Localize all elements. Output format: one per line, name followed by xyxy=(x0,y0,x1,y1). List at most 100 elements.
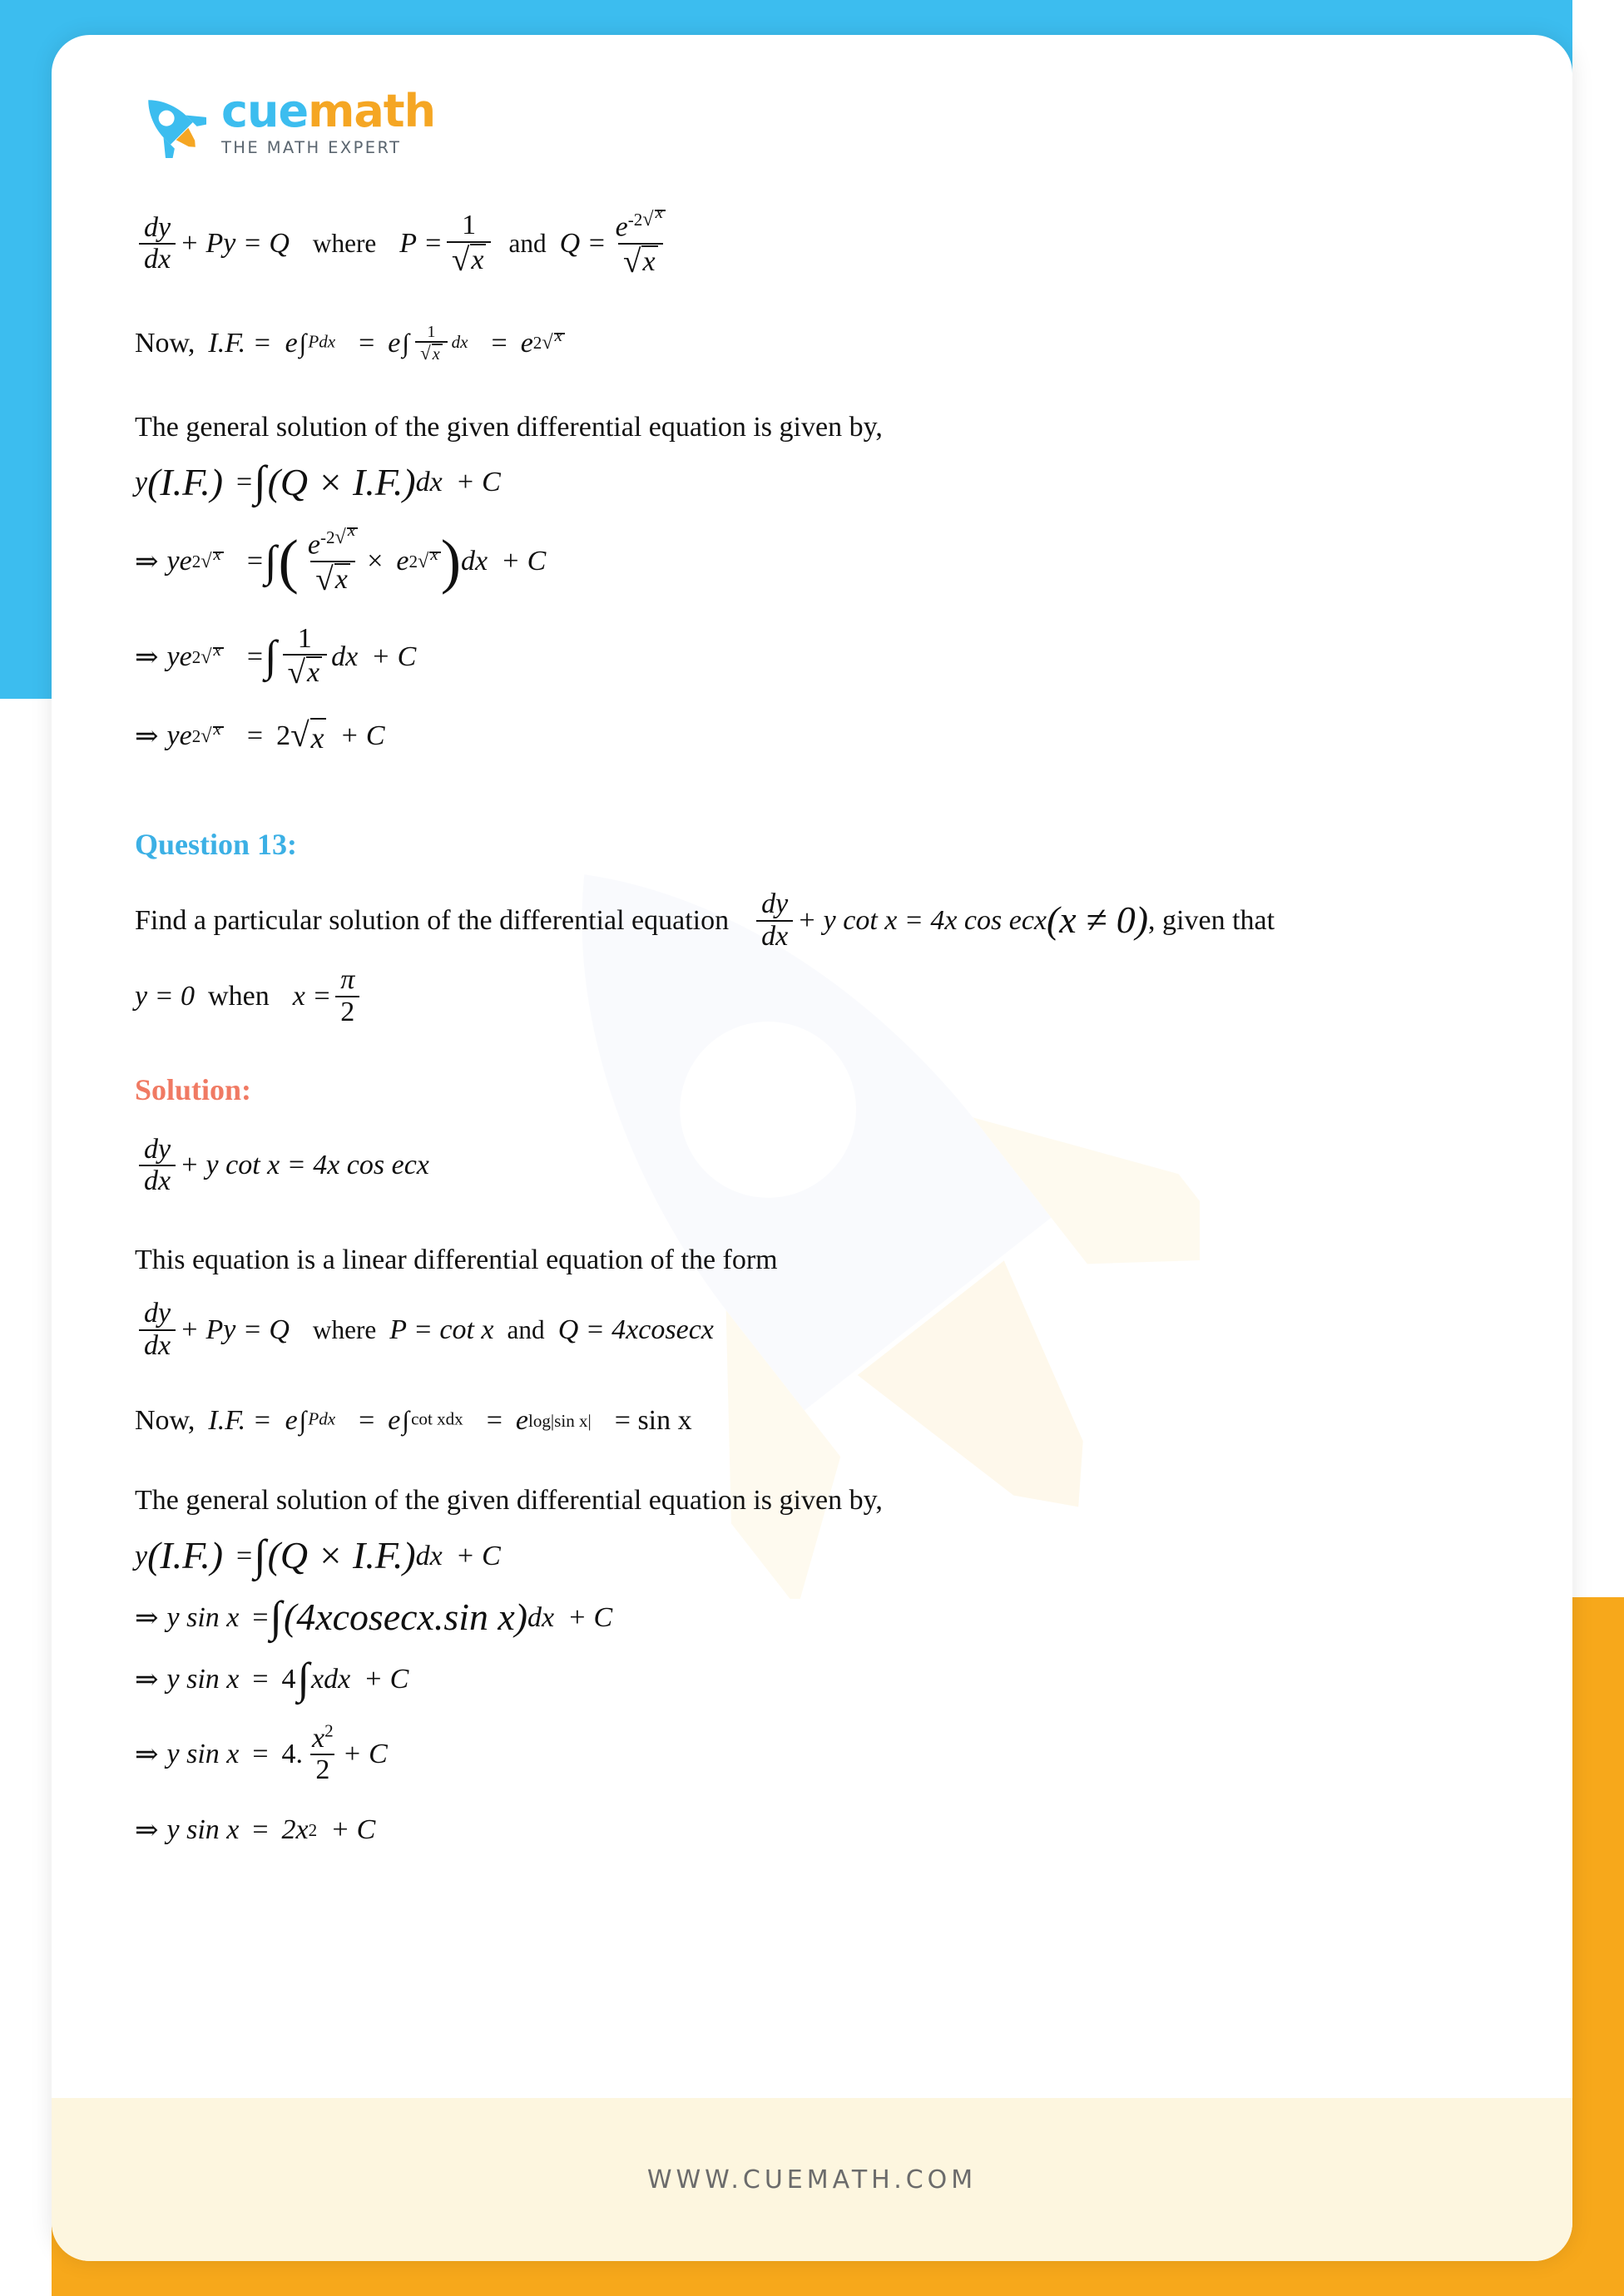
solution-equation-2: dy dx + Py = Q where P = cot x and Q = 4… xyxy=(135,1299,1549,1360)
gs1-int: ∫ xyxy=(254,458,266,507)
step2-e: e xyxy=(179,641,192,672)
cond-den: 2 xyxy=(335,995,360,1027)
step1-dx: dx xyxy=(461,546,488,577)
step2-exp-coeff: 2 xyxy=(191,646,201,667)
eq1-lhs-num: dy xyxy=(144,211,171,243)
sol-step1-integrand: (4xcosecx.sin x) xyxy=(283,1596,528,1639)
sol-step2-arrow: ⇒ xyxy=(135,1664,159,1695)
sol-eq2-and: and xyxy=(507,1314,545,1344)
if1-e2-dx: dx xyxy=(451,331,468,352)
sol-step3-arrow: ⇒ xyxy=(135,1739,159,1771)
gs2-lhs-paren: (I.F.) xyxy=(147,1534,223,1577)
step1-den-radicand: x xyxy=(334,562,350,596)
gs1-lhs: y xyxy=(135,467,148,498)
if2-e2-rest: cot xdx xyxy=(411,1409,463,1430)
step2-int: ∫ xyxy=(265,632,277,680)
step1-exp-radicand: x xyxy=(212,545,224,572)
if1-e2-frac-den-radicand: x xyxy=(431,344,443,363)
sol-step3-coeff: 4. xyxy=(281,1739,304,1770)
page-card: cuemath THE MATH EXPERT dy dx + Py = Q w… xyxy=(52,35,1572,2261)
cond-num: π xyxy=(340,964,355,996)
question-text-before: Find a particular solution of the differ… xyxy=(135,904,730,936)
question-initial-condition: y = 0 when x = π 2 xyxy=(135,966,1549,1027)
step2-num: 1 xyxy=(297,622,312,654)
gs2-integrand: (Q × I.F.) xyxy=(267,1534,416,1577)
sol-eq1-num: dy xyxy=(144,1133,171,1165)
if2-prefix: Now, xyxy=(135,1405,196,1437)
general-solution-text-2: The general solution of the given differ… xyxy=(135,1485,883,1517)
eq1-Q-num-exp: -2 xyxy=(627,210,643,230)
sol-step3-eq: = xyxy=(252,1739,269,1770)
step1-times: × xyxy=(367,546,384,577)
solution-step-2: ⇒ y sin x = 4 ∫ xdx + C xyxy=(135,1654,1549,1703)
linear-form-text: This equation is a linear differential e… xyxy=(135,1244,778,1275)
equation-integrating-factor-2: Now, I.F. = e ∫Pdx = e ∫cot xdx = e log|sin… xyxy=(135,1405,692,1437)
if2-label: I.F. = xyxy=(208,1405,272,1437)
step1-paren-open: ( xyxy=(278,527,299,595)
step1-arrow: ⇒ xyxy=(135,547,159,578)
gs1-plus-c: + C xyxy=(455,467,501,498)
sol-step2-plus-c: + C xyxy=(364,1663,409,1695)
gs1-integrand: (Q × I.F.) xyxy=(267,460,416,503)
if2-e1-base: e xyxy=(285,1405,298,1437)
solution-step-4: ⇒ y sin x = 2x 2 + C xyxy=(135,1814,376,1846)
if1-e1-rest: Pdx xyxy=(308,331,336,352)
question-eq-den: dx xyxy=(756,919,794,952)
sol-step3-den: 2 xyxy=(310,1754,335,1785)
step2-den-radicand: x xyxy=(305,656,323,689)
equation-step-2: ⇒ y e 2 √ x = ∫ 1 √ x dx + C xyxy=(135,622,417,691)
question-text-after: , given that xyxy=(1148,904,1275,936)
sol-step2-eq: = xyxy=(252,1663,269,1695)
step1-eq: = xyxy=(246,546,264,577)
step3-exp-coeff: 2 xyxy=(191,726,201,747)
if1-e1-base: e xyxy=(285,327,298,359)
step3-eq: = xyxy=(246,720,264,752)
sol-eq1-rest: + y cot x = 4x cos ecx xyxy=(180,1150,429,1181)
sol-eq2-where: where xyxy=(312,1314,377,1344)
if2-eq2: = xyxy=(486,1405,503,1437)
question-statement: Find a particular solution of the differ… xyxy=(135,889,1549,952)
if1-label: I.F. = xyxy=(208,327,272,359)
document-content: dy dx + Py = Q where P = 1 √ x and Q = e-… xyxy=(135,203,1549,1847)
eq1-lhs-den: dx xyxy=(139,243,176,275)
cond-x: x = xyxy=(292,980,332,1012)
sol-step3-num-base: x xyxy=(312,1722,325,1754)
cond-y: y = 0 xyxy=(135,980,196,1012)
sol-eq2-num: dy xyxy=(144,1297,171,1329)
step2-arrow: ⇒ xyxy=(135,641,159,673)
sol-eq2-Q: Q = 4xcosecx xyxy=(557,1314,714,1345)
eq1-and: and xyxy=(508,229,547,259)
if1-e1-int: ∫ xyxy=(299,328,307,358)
sol-step1-eq: = xyxy=(252,1601,269,1633)
equation-step-1: ⇒ y e 2 √ x = ∫ ( e-2 √ x √ x × e 2 √ x ) dx + C xyxy=(135,519,547,597)
step1-num-exp: -2 xyxy=(319,527,335,547)
sol-step3-plus-c: + C xyxy=(342,1739,388,1770)
solution-step-3: ⇒ y sin x = 4. x2 2 + C xyxy=(135,1722,1549,1785)
eq1-Q-label: Q = xyxy=(559,228,607,260)
gs2-eq: = xyxy=(236,1540,253,1571)
footer-url[interactable]: WWW.CUEMATH.COM xyxy=(647,2165,977,2195)
eq1-P-num: 1 xyxy=(462,210,477,241)
if2-e2-int: ∫ xyxy=(402,1406,410,1436)
eq1-where: where xyxy=(312,229,377,259)
brand-logo: cuemath THE MATH EXPERT xyxy=(135,84,436,158)
step2-dx: dx xyxy=(331,641,359,672)
step2-exp-radicand: x xyxy=(212,641,224,667)
equation-general-solution-1: y (I.F.) = ∫ (Q × I.F.) dx + C xyxy=(135,458,1549,507)
cond-when: when xyxy=(208,980,270,1012)
if2-e3-base: e xyxy=(515,1405,528,1437)
if1-eq1: = xyxy=(359,327,375,359)
eq1-P-label: P = xyxy=(399,228,443,260)
gs2-int: ∫ xyxy=(254,1531,266,1581)
logo-tagline: THE MATH EXPERT xyxy=(221,137,402,157)
gs1-lhs-paren: (I.F.) xyxy=(147,460,223,503)
if1-e3-base: e xyxy=(520,327,533,359)
solution-heading: Solution: xyxy=(135,1072,252,1106)
if1-e2-frac-num: 1 xyxy=(427,322,436,341)
sol-step2-int: ∫ xyxy=(297,1654,309,1703)
equation-integrating-factor-1: Now, I.F. = e ∫Pdx = e ∫ 1 √ x dx = e 2 √ x xyxy=(135,322,1549,364)
logo-word-cue: cue xyxy=(221,84,309,137)
sol-eq1-den: dx xyxy=(139,1165,176,1196)
if1-prefix: Now, xyxy=(135,327,196,359)
sol-step2-lhs: y sin x xyxy=(166,1663,240,1695)
